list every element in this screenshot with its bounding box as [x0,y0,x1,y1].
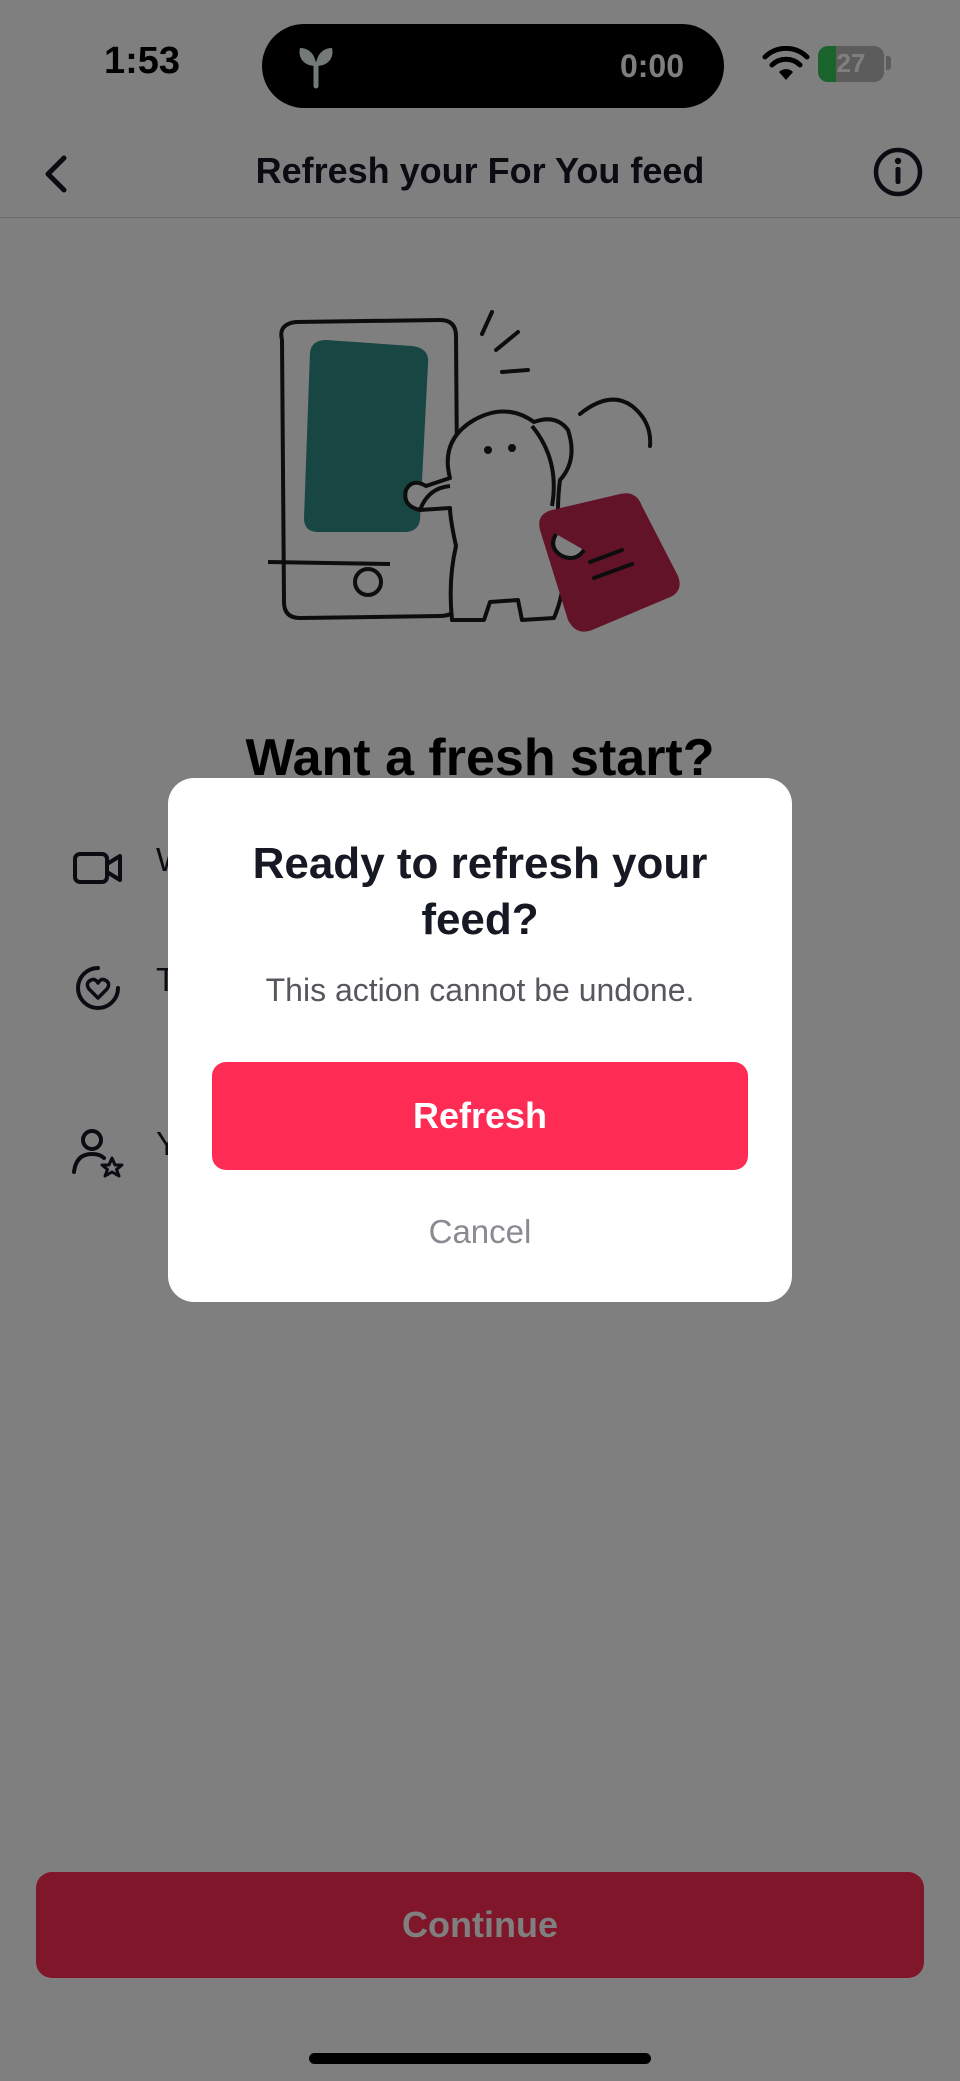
cancel-button[interactable]: Cancel [380,1206,580,1258]
dialog-message: This action cannot be undone. [265,972,695,1008]
refresh-button[interactable]: Refresh [212,1062,748,1170]
home-indicator[interactable] [309,2053,651,2064]
screen: 1:53 0:00 27 Refresh your For You feed [0,0,960,2081]
dialog-title: Ready to refresh your feed? [252,839,708,944]
refresh-confirm-dialog: Ready to refresh your feed? This action … [168,778,792,1302]
